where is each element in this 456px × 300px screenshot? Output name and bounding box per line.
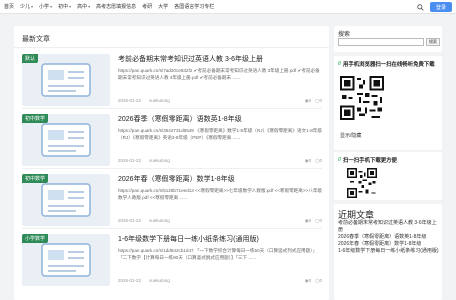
toggle-link[interactable]: 显示/隐藏 [340,132,361,139]
post-title-link[interactable]: 考前必备期末常考知识过英语人教 3-6年级上册 [118,54,322,64]
sidebar-recent-posts: 近期文章 考前必备期末常考知识过英语人教 3-6年级上册 2026春季（寒假零距… [334,204,442,300]
post-meta: 2026-01-22 xuekutong ◉0 ▢0 [118,158,322,163]
chevron-down-icon: ▾ [88,4,91,9]
post-author[interactable]: xuekutong [149,218,170,223]
category-badge[interactable]: 初中数学 [22,174,49,183]
sidebar-qr-widget: //用手机浏览器扫一扫在线畅听免费下载 显示/隐藏 [334,56,442,150]
views-count: ◉0 [304,158,312,163]
comments-count[interactable]: ▢0 [315,158,322,164]
nav-middle-label: 初中 [58,4,69,10]
post-author[interactable]: xuekutong [149,278,170,283]
nav-middle[interactable]: 初中 ▾ [58,3,71,10]
post-meta: 2026-01-22 xuekutong ◉0 ▢0 [118,278,322,283]
post-date: 2026-01-22 [118,98,142,103]
sidebar-qr-widget: //扫一扫手机下载更方便 [334,152,442,200]
comments-count[interactable]: ▢0 [315,278,322,284]
nav-kaoyan-label: 考研 [142,4,153,10]
post-item: 默认 考前必备期末常考知识过英语人教 3-6年级上册 https://pan.q… [22,54,322,110]
recent-post-link[interactable]: 2026春季（寒假零距离）语数英1-8年级 [338,234,440,241]
document-icon [41,243,91,277]
section-title: 最新文章 [22,36,50,43]
nav-university[interactable]: 大学 [158,3,168,10]
chevron-down-icon: ▾ [50,4,53,9]
recent-posts-list: 考前必备期末常考知识过英语人教 3-6年级上册 2026春季（寒假零距离）语数英… [338,220,440,255]
document-icon [41,63,91,97]
post-author[interactable]: xuekutong [149,98,170,103]
category-badge[interactable]: 默认 [22,54,39,63]
top-nav-bar: 首页 少儿 ▾ 小学 ▾ 初中 ▾ 高中 ▾ 高考志愿填报信息 考研 大学 各国语言学习… [0,0,456,14]
post-item: 初中数学 2026春季（寒假零距离）语数英1-8年级 https://pan.q… [22,114,322,170]
divider [14,47,329,48]
post-title-link[interactable]: 2026春季（寒假零距离）语数英1-8年级 [118,114,322,124]
nav-primary-label: 小学 [39,4,50,10]
nav-primary[interactable]: 小学 ▾ [39,3,52,10]
chevron-down-icon: ▾ [69,4,72,9]
comments-count[interactable]: ▢0 [315,98,322,104]
chevron-down-icon: ▾ [31,4,34,9]
post-excerpt: https://pan.quark.cn/s/5128b71eed13 <<寒假… [118,188,322,200]
post-thumbnail[interactable]: 默认 [22,54,110,106]
divider [22,108,322,109]
search-input[interactable] [338,38,424,46]
views-count: ◉0 [304,98,312,103]
nav-high[interactable]: 高中 ▾ [77,3,90,10]
category-badge[interactable]: 初中数学 [22,114,49,123]
post-date: 2026-01-22 [118,218,142,223]
views-count: ◉0 [304,218,312,223]
post-meta: 2026-01-22 xuekutong ◉0 ▢0 [118,218,322,223]
nav-university-label: 大学 [158,4,169,10]
post-title-link[interactable]: 2026年春（寒假零距离）数学1-8年级 [118,174,322,184]
nav-home[interactable]: 首页 [4,3,14,10]
document-icon [41,183,91,217]
widget-title: //扫一扫手机下载更方便 [338,157,397,164]
post-thumbnail[interactable]: 初中数学 [22,174,110,226]
nav-children[interactable]: 少儿 ▾ [20,3,33,10]
views-count: ◉0 [304,278,312,283]
post-excerpt: https://pan.quark.cn/s/3542731d6549 《寒假零… [118,128,322,140]
qr-code-image [340,76,384,120]
sidebar-search-widget: 搜索 搜索 [334,26,442,52]
post-excerpt: https://pan.quark.cn/s/1dd842cb1d47 「一下数… [118,248,318,260]
post-thumbnail[interactable]: 初中数学 [22,114,110,166]
post-date: 2026-01-22 [118,278,142,283]
category-badge[interactable]: 小学数学 [22,234,49,243]
login-button[interactable]: 登录 [430,2,452,12]
nav-kaoyan[interactable]: 考研 [142,3,152,10]
nav-gaokao-label: 高考志愿填报信息 [96,4,137,10]
post-item: 小学数学 1-6年级数学下册每日一练小纸条练习(通用版) https://pan… [22,234,322,290]
recent-post-link[interactable]: 2026年春（寒假零距离）数学1-8年级 [338,241,440,248]
post-title-link[interactable]: 1-6年级数学下册每日一练小纸条练习(通用版) [118,234,322,244]
document-icon [41,123,91,157]
comments-count[interactable]: ▢0 [315,218,322,224]
post-author[interactable]: xuekutong [149,158,170,163]
nav-children-label: 少儿 [20,4,31,10]
post-date: 2026-01-22 [118,158,142,163]
nav-home-label: 首页 [4,4,15,10]
divider [22,168,322,169]
post-meta: 2026-01-22 xuekutong ◉0 ▢0 [118,98,322,103]
recent-post-link[interactable]: 1-6年级数学下册每日一练小纸条练习(通用版) [338,248,440,255]
post-item: 初中数学 2026年春（寒假零距离）数学1-8年级 https://pan.qu… [22,174,322,230]
divider [22,228,322,229]
nav-languages-label: 各国语言学习专栏 [174,4,215,10]
search-button[interactable]: 搜索 [426,38,440,46]
widget-title: //用手机浏览器扫一扫在线畅听免费下载 [338,61,435,68]
recent-post-link[interactable]: 考前必备期末常考知识过英语人教 3-6年级上册 [338,220,440,234]
search-icon[interactable] [414,2,426,12]
search-label: 搜索 [338,32,351,38]
nav-gaokao[interactable]: 高考志愿填报信息 [96,3,136,10]
nav-high-label: 高中 [77,4,88,10]
post-thumbnail[interactable]: 小学数学 [22,234,110,286]
latest-posts-panel: 最新文章 默认 考前必备期末常考知识过英语人教 3-6年级上册 https://… [14,26,329,300]
nav-languages[interactable]: 各国语言学习专栏 [174,3,214,10]
qr-code-image [347,168,377,198]
post-excerpt: https://pan.quark.cn/s/7ad20ce832f2 ✔考前必… [118,68,320,80]
